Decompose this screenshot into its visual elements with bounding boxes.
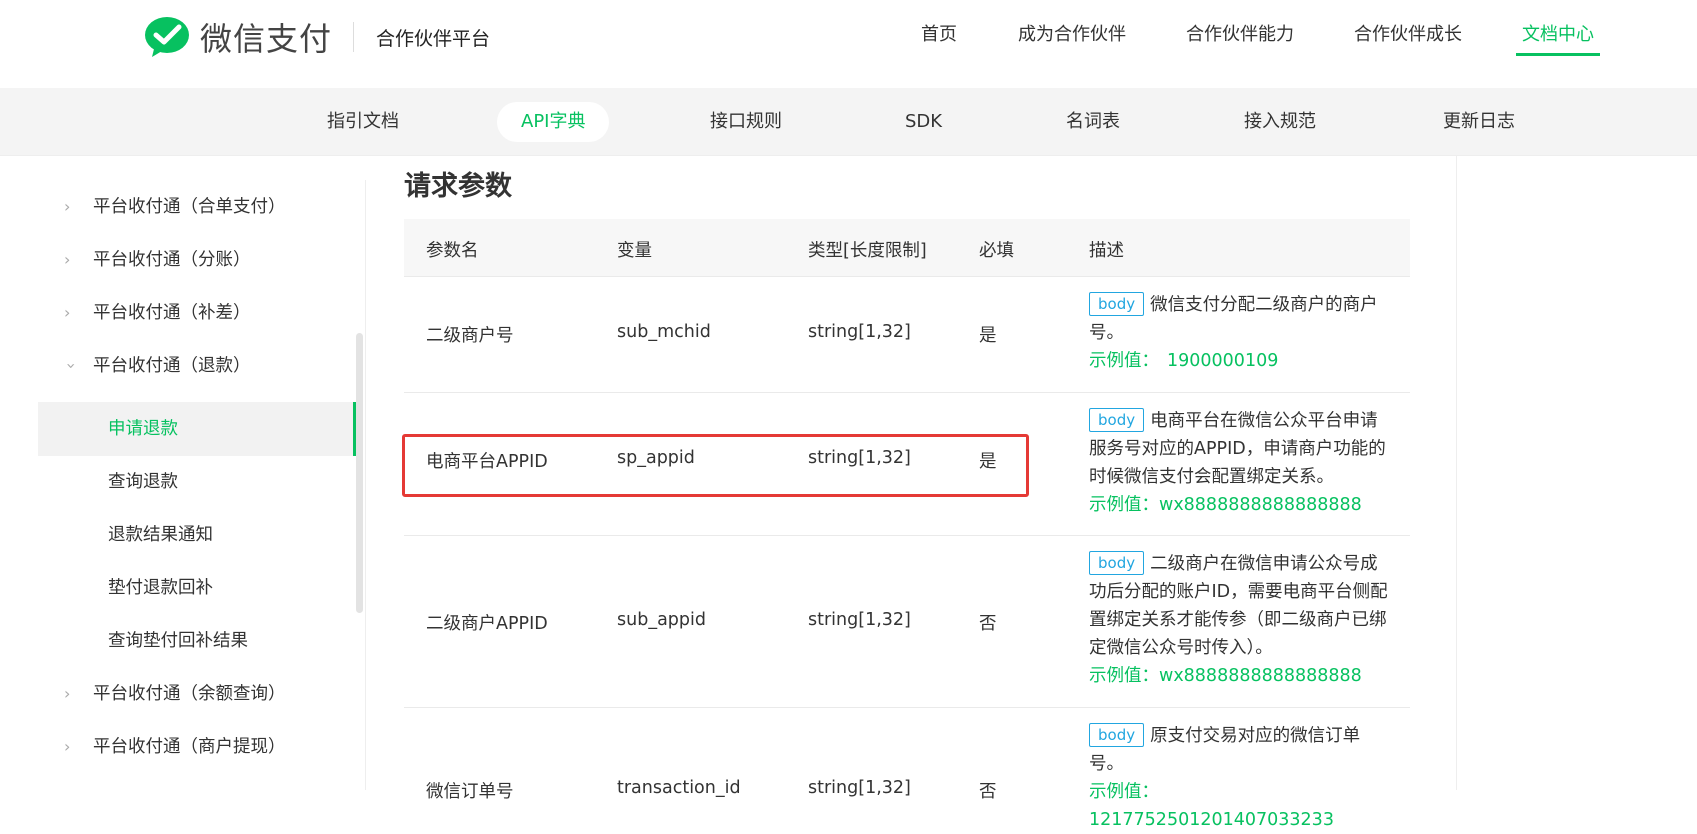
subnav-api-rules[interactable]: 接口规则 bbox=[710, 102, 782, 142]
sub-nav: 指引文档 API字典 接口规则 SDK 名词表 接入规范 更新日志 bbox=[0, 88, 1697, 156]
param-type: string[1,32] bbox=[808, 778, 911, 798]
subnav-guide-docs[interactable]: 指引文档 bbox=[327, 102, 399, 142]
section-title: 请求参数 bbox=[404, 171, 512, 202]
sidebar-item-query-advance[interactable]: 查询垫付回补结果 bbox=[38, 614, 356, 668]
sidebar-scrollbar[interactable] bbox=[356, 333, 363, 613]
col-header-type: 类型[长度限制] bbox=[808, 241, 927, 261]
nav-partner-capability[interactable]: 合作伙伴能力 bbox=[1186, 20, 1294, 56]
chevron-down-icon: › bbox=[62, 362, 81, 370]
top-header: 微信支付 合作伙伴平台 首页 成为合作伙伴 合作伙伴能力 合作伙伴成长 文档中心 bbox=[0, 0, 1697, 88]
sidebar-item-label: 平台收付通（退款） bbox=[93, 356, 251, 376]
sidebar-item-label: 平台收付通（补差） bbox=[93, 303, 251, 323]
sidebar-divider bbox=[365, 180, 366, 790]
content-right-divider bbox=[1456, 156, 1457, 790]
main-nav: 首页 成为合作伙伴 合作伙伴能力 合作伙伴成长 文档中心 bbox=[0, 0, 1697, 88]
param-description: body 电商平台在微信公众平台申请服务号对应的APPID，申请商户功能的时候微信… bbox=[1089, 407, 1389, 519]
sidebar-group-refund[interactable]: › 平台收付通（退款） bbox=[38, 339, 356, 393]
param-name: 二级商户号 bbox=[426, 326, 514, 346]
table-row: 二级商户号 sub_mchid string[1,32] 是 body 微信支付分… bbox=[404, 277, 1410, 393]
example-value: 1217752501201407033233 bbox=[1089, 810, 1334, 830]
example-label: 示例值： bbox=[1089, 351, 1159, 371]
example-label: 示例值： bbox=[1089, 782, 1159, 802]
col-header-required: 必填 bbox=[979, 241, 1014, 261]
sidebar-item-apply-refund[interactable]: 申请退款 bbox=[38, 402, 358, 456]
body-tag: body bbox=[1089, 723, 1145, 747]
chevron-right-icon: › bbox=[64, 197, 71, 216]
subnav-sdk[interactable]: SDK bbox=[905, 102, 942, 142]
subnav-access-spec[interactable]: 接入规范 bbox=[1244, 102, 1316, 142]
chevron-right-icon: › bbox=[64, 684, 71, 703]
sidebar-item-label: 退款结果通知 bbox=[108, 525, 213, 545]
sidebar-group-split[interactable]: › 平台收付通（分账） bbox=[38, 233, 356, 287]
param-type: string[1,32] bbox=[808, 322, 911, 342]
sidebar-group-balance[interactable]: › 平台收付通（余额查询） bbox=[38, 667, 356, 721]
chevron-right-icon: › bbox=[64, 737, 71, 756]
subnav-api-dictionary[interactable]: API字典 bbox=[497, 102, 610, 142]
sidebar-group-combined-pay[interactable]: › 平台收付通（合单支付） bbox=[38, 180, 356, 234]
chevron-right-icon: › bbox=[64, 303, 71, 322]
param-name: 二级商户APPID bbox=[426, 614, 548, 634]
subnav-glossary[interactable]: 名词表 bbox=[1066, 102, 1120, 142]
chevron-right-icon: › bbox=[64, 250, 71, 269]
param-type: string[1,32] bbox=[808, 610, 911, 630]
param-variable: sub_mchid bbox=[617, 322, 711, 342]
col-header-desc: 描述 bbox=[1089, 241, 1124, 261]
sidebar-item-query-refund[interactable]: 查询退款 bbox=[38, 455, 356, 509]
param-variable: sub_appid bbox=[617, 610, 706, 630]
param-description: body 微信支付分配二级商户的商户号。 示例值： 1900000109 bbox=[1089, 291, 1389, 375]
example-label: 示例值： bbox=[1089, 666, 1159, 686]
sidebar-item-refund-notify[interactable]: 退款结果通知 bbox=[38, 508, 356, 562]
sidebar-group-withdraw[interactable]: › 平台收付通（商户提现） bbox=[38, 720, 356, 774]
example-value: wx8888888888888888 bbox=[1159, 666, 1362, 686]
sidebar-item-label: 平台收付通（合单支付） bbox=[93, 197, 286, 217]
param-required: 否 bbox=[979, 614, 997, 634]
example-label: 示例值： bbox=[1089, 495, 1159, 515]
body-tag: body bbox=[1089, 292, 1145, 316]
col-header-name: 参数名 bbox=[426, 241, 479, 261]
sidebar-item-label: 平台收付通（商户提现） bbox=[93, 737, 286, 757]
body-tag: body bbox=[1089, 408, 1145, 432]
subnav-changelog[interactable]: 更新日志 bbox=[1443, 102, 1515, 142]
nav-partner-growth[interactable]: 合作伙伴成长 bbox=[1354, 20, 1462, 56]
table-row: 二级商户APPID sub_appid string[1,32] 否 body 二… bbox=[404, 536, 1410, 708]
param-description: body 原支付交易对应的微信订单号。 示例值：12177525012014070… bbox=[1089, 722, 1389, 834]
param-name: 微信订单号 bbox=[426, 782, 514, 802]
example-value: 1900000109 bbox=[1167, 351, 1279, 371]
sidebar-item-label: 查询退款 bbox=[108, 472, 178, 492]
param-required: 否 bbox=[979, 782, 997, 802]
sidebar-item-label: 申请退款 bbox=[108, 419, 178, 439]
sidebar-item-label: 平台收付通（分账） bbox=[93, 250, 251, 270]
sidebar-item-label: 查询垫付回补结果 bbox=[108, 631, 248, 651]
table-row: 微信订单号 transaction_id string[1,32] 否 body… bbox=[404, 708, 1410, 830]
highlight-box bbox=[402, 434, 1029, 497]
example-value: wx8888888888888888 bbox=[1159, 495, 1362, 515]
nav-docs-center[interactable]: 文档中心 bbox=[1516, 20, 1600, 56]
body-tag: body bbox=[1089, 551, 1145, 575]
sidebar: › 平台收付通（合单支付） › 平台收付通（分账） › 平台收付通（补差） › … bbox=[38, 180, 358, 790]
sidebar-item-label: 平台收付通（余额查询） bbox=[93, 684, 286, 704]
param-description: body 二级商户在微信申请公众号成功后分配的账户ID，需要电商平台侧配置绑定关系… bbox=[1089, 550, 1389, 690]
nav-become-partner[interactable]: 成为合作伙伴 bbox=[1018, 20, 1126, 56]
sidebar-item-advance-refund[interactable]: 垫付退款回补 bbox=[38, 561, 356, 615]
param-variable: transaction_id bbox=[617, 778, 741, 798]
param-required: 是 bbox=[979, 326, 997, 346]
sidebar-group-subsidy[interactable]: › 平台收付通（补差） bbox=[38, 286, 356, 340]
col-header-variable: 变量 bbox=[617, 241, 652, 261]
nav-home[interactable]: 首页 bbox=[921, 20, 957, 56]
table-header: 参数名 变量 类型[长度限制] 必填 描述 bbox=[404, 219, 1410, 277]
sidebar-item-label: 垫付退款回补 bbox=[108, 578, 213, 598]
